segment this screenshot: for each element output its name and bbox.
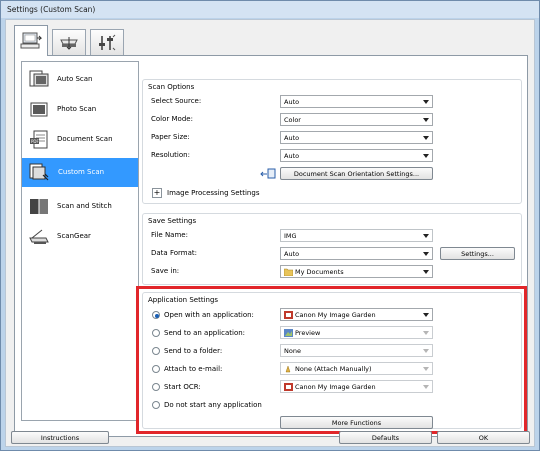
chevron-down-icon	[423, 252, 429, 256]
scan-from-panel-icon	[60, 36, 78, 50]
folder-icon	[284, 268, 293, 276]
sidebar-item-label: Custom Scan	[58, 168, 105, 176]
application-settings-highlight	[136, 286, 527, 434]
sidebar-item-custom-scan[interactable]: Custom Scan	[22, 158, 138, 187]
auto-scan-icon	[29, 70, 49, 87]
color-mode-value: Color	[284, 116, 301, 124]
sidebar-item-label: Auto Scan	[57, 75, 93, 83]
sidebar-item-auto-scan[interactable]: Auto Scan	[22, 65, 138, 94]
sidebar-item-label: ScanGear	[57, 232, 91, 240]
svg-text:PDF: PDF	[31, 139, 39, 144]
file-name-field[interactable]: IMG	[280, 229, 433, 242]
chevron-down-icon	[423, 270, 429, 274]
ok-button[interactable]: OK	[437, 431, 530, 444]
tab-scan-from-panel[interactable]	[52, 29, 86, 55]
sidebar-item-label: Photo Scan	[57, 105, 97, 113]
resolution-label: Resolution:	[151, 151, 190, 159]
chevron-down-icon	[423, 118, 429, 122]
scan-type-list: Auto Scan Photo Scan PDF Document Scan C…	[21, 61, 139, 421]
paper-size-value: Auto	[284, 134, 300, 142]
save-settings-group: Save Settings File Name: IMG Data Format…	[142, 213, 522, 285]
settings-window: Settings (Custom Scan) Auto Scan Photo S…	[0, 0, 540, 451]
data-format-value: Auto	[284, 250, 300, 258]
photo-scan-icon	[30, 102, 48, 117]
tab-scan-from-computer[interactable]	[14, 25, 48, 56]
save-in-dropdown[interactable]: My Documents	[280, 265, 433, 278]
chevron-down-icon	[423, 136, 429, 140]
sidebar-item-photo-scan[interactable]: Photo Scan	[22, 95, 138, 124]
orientation-settings-button[interactable]: Document Scan Orientation Settings...	[280, 167, 433, 180]
general-settings-icon	[99, 34, 116, 50]
format-settings-button[interactable]: Settings...	[440, 247, 515, 260]
document-scan-icon: PDF	[30, 130, 48, 149]
chevron-down-icon	[423, 234, 429, 238]
color-mode-label: Color Mode:	[151, 115, 193, 123]
sidebar-item-scan-and-stitch[interactable]: Scan and Stitch	[22, 192, 138, 221]
sidebar-item-scangear[interactable]: ScanGear	[22, 222, 138, 251]
select-source-dropdown[interactable]: Auto	[280, 95, 433, 108]
save-in-label: Save in:	[151, 267, 180, 275]
sidebar-item-label: Document Scan	[57, 135, 113, 143]
chevron-down-icon	[423, 154, 429, 158]
dialog-client-area: Auto Scan Photo Scan PDF Document Scan C…	[5, 19, 535, 447]
custom-scan-icon	[29, 163, 49, 181]
image-processing-label: Image Processing Settings	[167, 189, 260, 197]
color-mode-dropdown[interactable]: Color	[280, 113, 433, 126]
save-settings-title: Save Settings	[148, 217, 197, 225]
tab-general-settings[interactable]	[90, 29, 124, 55]
scangear-icon	[29, 229, 49, 244]
window-title: Settings (Custom Scan)	[7, 5, 96, 14]
scan-from-computer-icon	[20, 32, 42, 49]
defaults-button[interactable]: Defaults	[339, 431, 432, 444]
title-bar: Settings (Custom Scan)	[1, 1, 539, 18]
instructions-button[interactable]: Instructions	[11, 431, 109, 444]
sidebar-item-label: Scan and Stitch	[57, 202, 112, 210]
select-source-label: Select Source:	[151, 97, 202, 105]
file-name-value: IMG	[284, 232, 297, 240]
paper-size-label: Paper Size:	[151, 133, 190, 141]
save-in-value: My Documents	[295, 268, 344, 276]
scan-options-group: Scan Options Select Source: Auto Color M…	[142, 79, 522, 204]
resolution-value: Auto	[284, 152, 300, 160]
sidebar-item-document-scan[interactable]: PDF Document Scan	[22, 125, 138, 154]
data-format-dropdown[interactable]: Auto	[280, 247, 433, 260]
image-processing-expander[interactable]: +	[152, 188, 162, 198]
chevron-down-icon	[423, 100, 429, 104]
resolution-dropdown[interactable]: Auto	[280, 149, 433, 162]
select-source-value: Auto	[284, 98, 300, 106]
scan-and-stitch-icon	[30, 199, 48, 214]
paper-size-dropdown[interactable]: Auto	[280, 131, 433, 144]
data-format-label: Data Format:	[151, 249, 197, 257]
scan-options-title: Scan Options	[148, 83, 195, 91]
orientation-icon	[260, 168, 276, 179]
file-name-label: File Name:	[151, 231, 188, 239]
